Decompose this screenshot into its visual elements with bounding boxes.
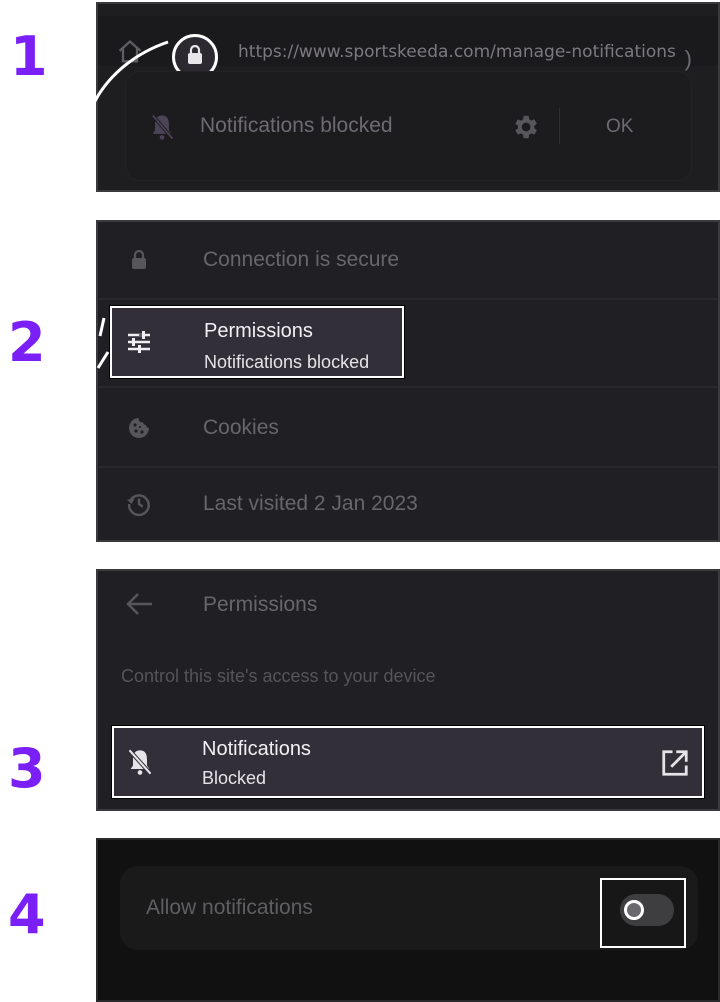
lock-icon <box>186 44 204 70</box>
list-item-cookies[interactable]: Cookies <box>98 390 718 466</box>
list-item-label: Cookies <box>203 416 279 439</box>
panel-description: Control this site's access to your devic… <box>121 666 436 686</box>
divider <box>98 386 718 388</box>
home-icon[interactable] <box>116 38 144 66</box>
address-bar: https://www.sportskeeda.com/manage-notif… <box>98 16 718 80</box>
divider <box>98 298 718 300</box>
site-info-panel: Connection is secure Permissions Notific… <box>96 220 720 542</box>
allow-notifications-toggle[interactable] <box>620 894 674 926</box>
list-item-permissions[interactable]: Permissions Notifications blocked <box>110 306 404 378</box>
ok-button[interactable]: OK <box>606 116 633 138</box>
list-item-label: Permissions <box>204 320 313 342</box>
bell-off-icon <box>126 746 154 783</box>
notifications-blocked-popup: Notifications blocked OK <box>126 72 691 180</box>
url-text[interactable]: https://www.sportskeeda.com/manage-notif… <box>238 42 676 62</box>
list-item-sublabel: Notifications blocked <box>204 352 370 372</box>
popup-message: Notifications blocked <box>200 114 393 137</box>
list-item-last-visited[interactable]: Last visited 2 Jan 2023 <box>98 468 718 540</box>
open-external-icon[interactable] <box>660 748 690 783</box>
list-item-label: Connection is secure <box>203 248 400 271</box>
gear-icon[interactable] <box>510 112 540 147</box>
step-number-2: 2 <box>8 311 46 374</box>
item-label: Notifications <box>202 738 311 760</box>
background-text-fragment: ) <box>684 46 692 71</box>
item-sublabel: Blocked <box>202 768 267 788</box>
panel-title: Permissions <box>203 593 318 616</box>
lock-icon <box>124 245 154 275</box>
step-number-4: 4 <box>8 883 46 946</box>
step-number-3: 3 <box>8 737 46 800</box>
history-icon <box>124 489 154 519</box>
bell-off-icon <box>148 112 176 147</box>
step-number-1: 1 <box>10 25 48 88</box>
arrow-left-icon[interactable] <box>124 591 154 622</box>
toggle-knob[interactable] <box>624 900 644 920</box>
notifications-permission-item[interactable]: Notifications Blocked <box>112 726 704 798</box>
popup-divider <box>559 108 560 144</box>
permissions-panel: Permissions Control this site's access t… <box>96 569 720 811</box>
browser-address-bar-panel: https://www.sportskeeda.com/manage-notif… <box>96 2 720 192</box>
list-item-label: Last visited 2 Jan 2023 <box>203 492 418 515</box>
list-item-connection[interactable]: Connection is secure <box>98 222 718 298</box>
allow-notifications-label: Allow notifications <box>146 896 313 919</box>
allow-notifications-toggle-highlight <box>600 878 686 948</box>
sliders-icon <box>126 330 152 359</box>
notification-settings-panel: Allow notifications <box>96 838 720 1002</box>
cookie-icon <box>124 413 154 443</box>
